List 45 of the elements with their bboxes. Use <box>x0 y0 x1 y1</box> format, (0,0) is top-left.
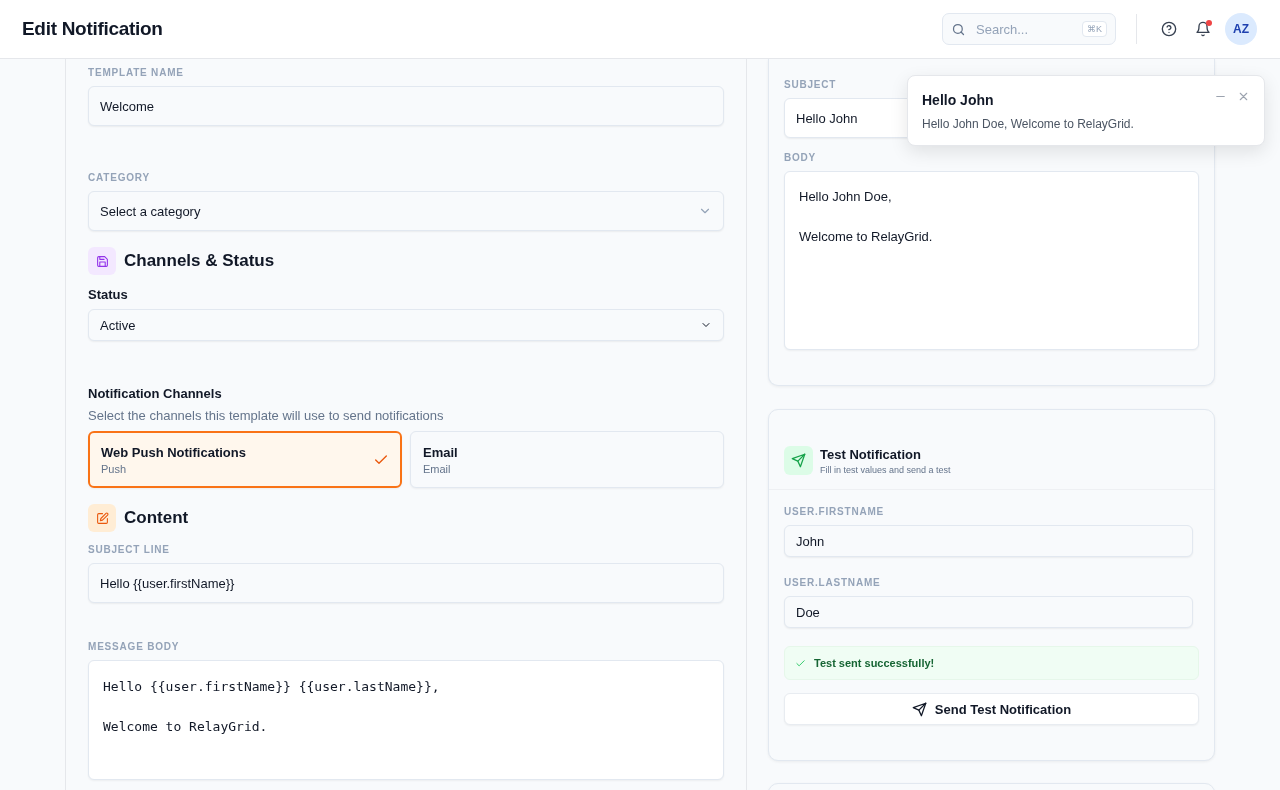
body-preview-field[interactable]: Hello John Doe, Welcome to RelayGrid. <box>784 171 1199 350</box>
field-label: SUBJECT <box>784 79 838 90</box>
category-dropdown[interactable]: Select a category <box>88 191 724 231</box>
channel-option[interactable]: Web Push Notifications Push <box>88 431 402 488</box>
field-label: SUBJECT LINE <box>88 544 171 555</box>
paper-plane-icon <box>784 446 813 475</box>
close-icon <box>1237 90 1250 103</box>
field-label: TEMPLATE NAME <box>88 67 185 78</box>
message-body-field[interactable]: Hello {{user.firstName}} {{user.lastName}}, Welcome to RelayGrid. <box>88 660 724 780</box>
channel-type: Email <box>423 462 452 475</box>
success-text: Test sent successfully! <box>814 657 935 669</box>
field-label: CATEGORY <box>88 172 151 183</box>
send-icon <box>911 701 927 717</box>
bell-icon <box>1195 21 1211 37</box>
field-label: Notification Channels <box>88 386 223 401</box>
help-icon <box>1161 21 1177 37</box>
field-label: BODY <box>784 152 818 163</box>
channel-name: Web Push Notifications <box>101 444 246 460</box>
card-subtitle: Fill in test values and send a test <box>820 464 951 475</box>
channel-name: Email <box>423 444 458 460</box>
page-title: Edit Notification <box>22 18 164 40</box>
channel-type: Push <box>101 462 128 475</box>
section-title: Content <box>124 508 189 528</box>
subject-line-field[interactable]: Hello {{user.firstName}} <box>88 563 724 603</box>
field-label: MESSAGE BODY <box>88 641 181 652</box>
template-name-field[interactable]: Welcome <box>88 86 724 126</box>
send-test-button[interactable]: Send Test Notification <box>784 693 1199 725</box>
status-dropdown[interactable]: Active <box>88 309 724 341</box>
helper-text: Select the channels this template will use to send notifications <box>88 408 445 423</box>
section-title: Channels & Status <box>124 251 275 271</box>
field-label: Status <box>88 287 129 302</box>
pencil-square-icon <box>88 504 116 532</box>
test-value-field[interactable]: Doe <box>784 596 1193 628</box>
toast-message: Hello John Doe, Welcome to RelayGrid. <box>922 117 1135 131</box>
field-label: USER.LASTNAME <box>784 577 882 588</box>
test-value-field[interactable]: John <box>784 525 1193 557</box>
toast-title: Hello John <box>922 92 994 108</box>
user-avatar[interactable]: AZ <box>1225 13 1257 45</box>
card-title: Test Notification <box>820 446 922 462</box>
shortcut-hint: ⌘K <box>1082 21 1107 37</box>
field-label: USER.FIRSTNAME <box>784 506 886 517</box>
channel-option[interactable]: Email Email <box>410 431 724 488</box>
check-icon <box>795 657 806 669</box>
search-input[interactable]: Search... <box>974 20 1074 38</box>
search-icon <box>951 21 966 37</box>
